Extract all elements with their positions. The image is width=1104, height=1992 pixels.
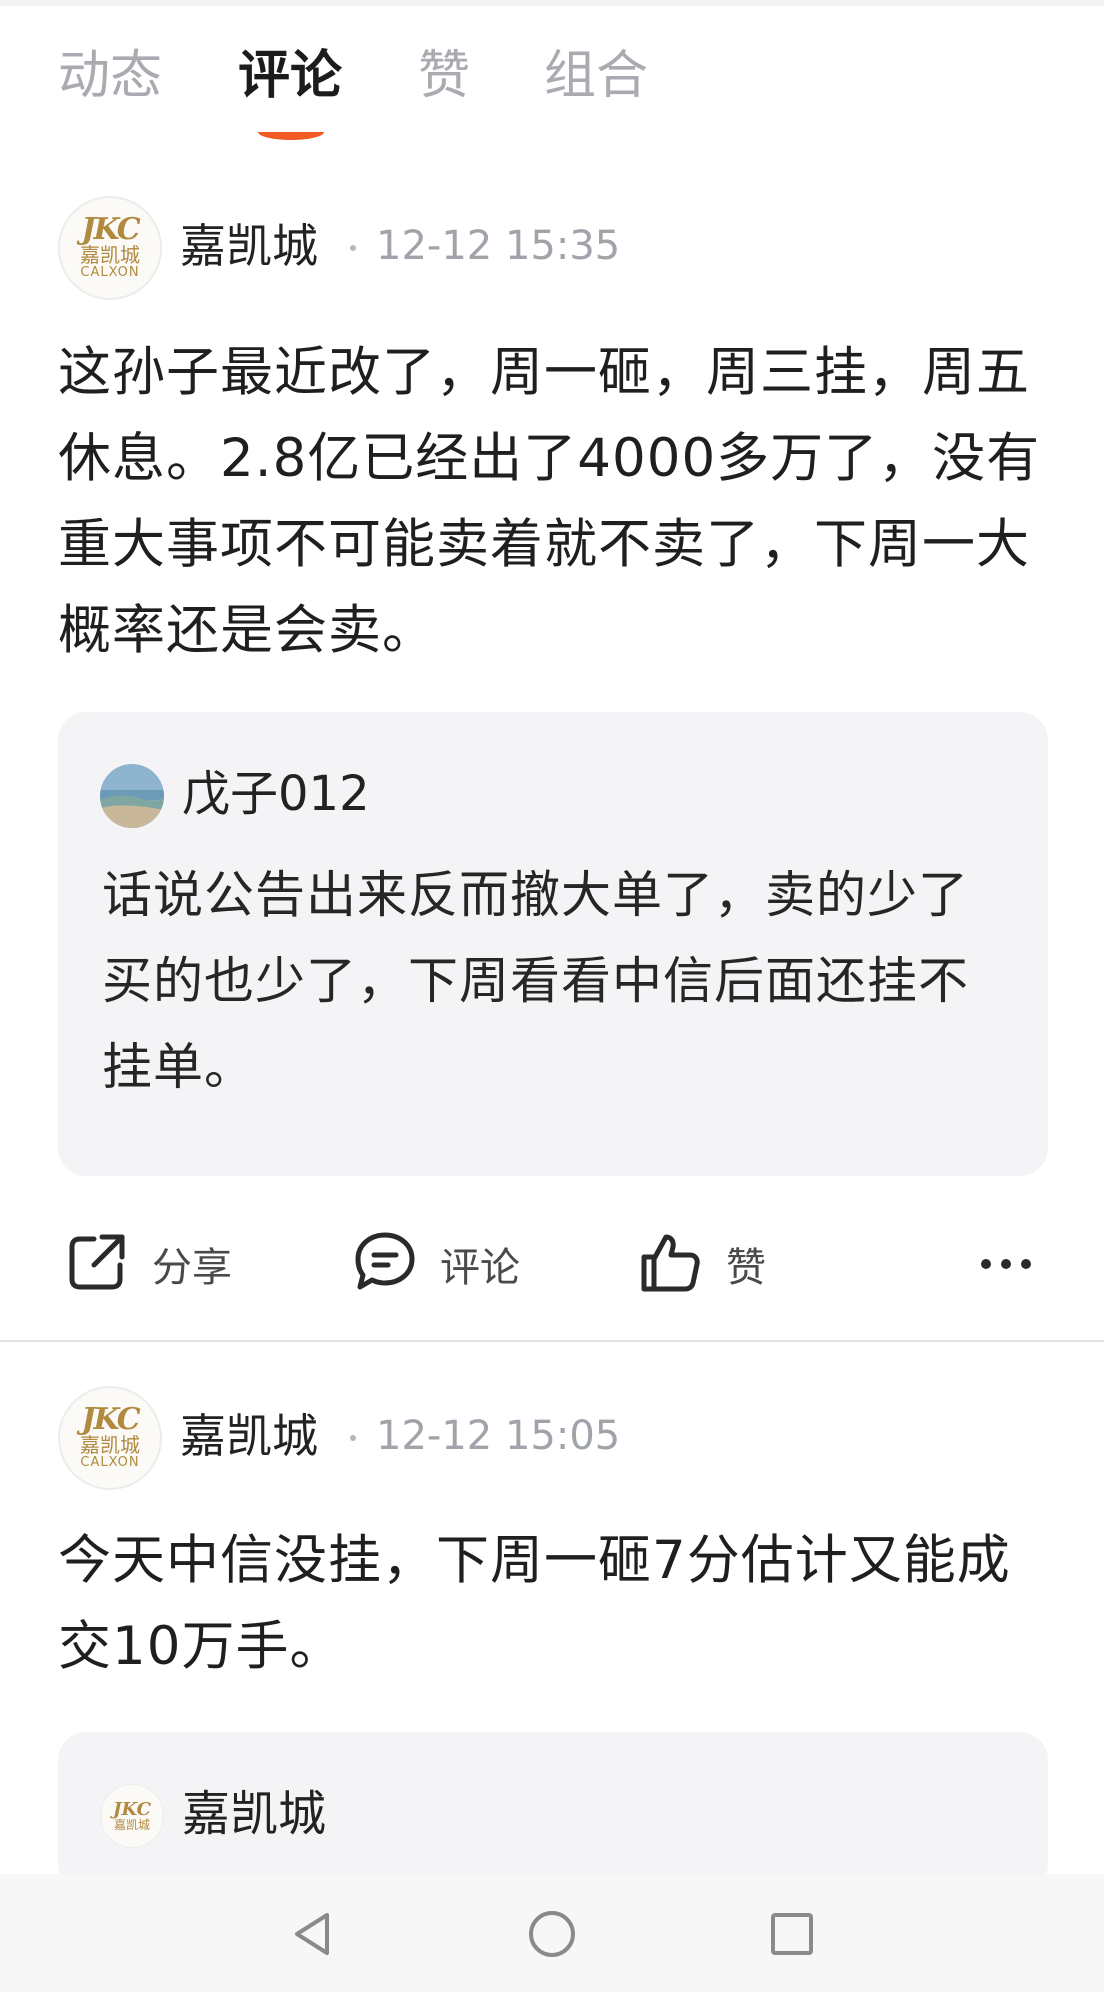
post-divider (0, 1340, 1104, 1342)
profile-tabs: 动态 评论 赞 组合 (58, 40, 1058, 140)
quoted-avatar[interactable]: JKC 嘉凯城 (100, 1784, 164, 1848)
post-content[interactable]: 今天中信没挂，下周一砸7分估计又能成交10万手。 (58, 1518, 1048, 1690)
author-name[interactable]: 嘉凯城 (180, 216, 318, 276)
tab-comments[interactable]: 评论 (238, 40, 342, 112)
active-tab-indicator (258, 124, 324, 140)
tab-dynamic[interactable]: 动态 (58, 40, 162, 112)
like-button[interactable]: 赞 (638, 1220, 766, 1308)
quoted-comment[interactable]: JKC 嘉凯城 嘉凯城 (58, 1732, 1048, 1892)
quoted-author[interactable]: 戊子012 (182, 762, 370, 826)
separator-dot (350, 245, 356, 251)
thumbs-up-icon (638, 1229, 704, 1299)
share-label: 分享 (152, 1245, 232, 1291)
author-name[interactable]: 嘉凯城 (180, 1406, 318, 1466)
post-time: 12-12 15:35 (376, 223, 621, 269)
quoted-author[interactable]: 嘉凯城 (182, 1782, 326, 1846)
tab-portfolio[interactable]: 组合 (544, 40, 648, 112)
avatar-logo-en: CALXON (80, 1455, 140, 1470)
quoted-avatar-logo-mark: JKC (112, 1798, 151, 1820)
comment-label: 评论 (440, 1245, 520, 1291)
tab-likes[interactable]: 赞 (418, 40, 470, 112)
avatar-logo-mark: JKC (81, 212, 140, 247)
share-button[interactable]: 分享 (64, 1220, 232, 1308)
recent-apps-icon[interactable] (762, 1904, 822, 1964)
separator-dot (350, 1435, 356, 1441)
avatar-logo-cn: 嘉凯城 (80, 243, 140, 267)
comment-icon (352, 1229, 418, 1299)
home-icon[interactable] (522, 1904, 582, 1964)
back-icon[interactable] (282, 1904, 342, 1964)
post-action-bar: 分享 评论 赞 (0, 1220, 1104, 1308)
avatar-logo-en: CALXON (80, 265, 140, 280)
quoted-avatar-logo-cn: 嘉凯城 (113, 1817, 150, 1832)
like-label: 赞 (726, 1245, 766, 1291)
avatar[interactable]: JKC 嘉凯城 CALXON (58, 196, 162, 300)
comment-button[interactable]: 评论 (352, 1220, 520, 1308)
share-icon (64, 1229, 130, 1299)
avatar-logo-mark: JKC (81, 1402, 140, 1437)
system-navigation-bar (0, 1874, 1104, 1992)
status-divider (0, 0, 1104, 6)
more-options-icon[interactable] (976, 1220, 1036, 1308)
post-content[interactable]: 这孙子最近改了，周一砸，周三挂，周五休息。2.8亿已经出了4000多万了，没有重… (58, 330, 1048, 674)
avatar-logo-cn: 嘉凯城 (80, 1433, 140, 1457)
quoted-text: 话说公告出来反而撤大单了，卖的少了买的也少了，下周看看中信后面还挂不挂单。 (102, 866, 969, 1096)
quoted-comment[interactable]: 戊子012 话说公告出来反而撤大单了，卖的少了买的也少了，下周看看中信后面还挂不… (58, 712, 1048, 1176)
post-time: 12-12 15:05 (376, 1413, 621, 1459)
avatar[interactable]: JKC 嘉凯城 CALXON (58, 1386, 162, 1490)
quoted-avatar[interactable] (100, 764, 164, 828)
